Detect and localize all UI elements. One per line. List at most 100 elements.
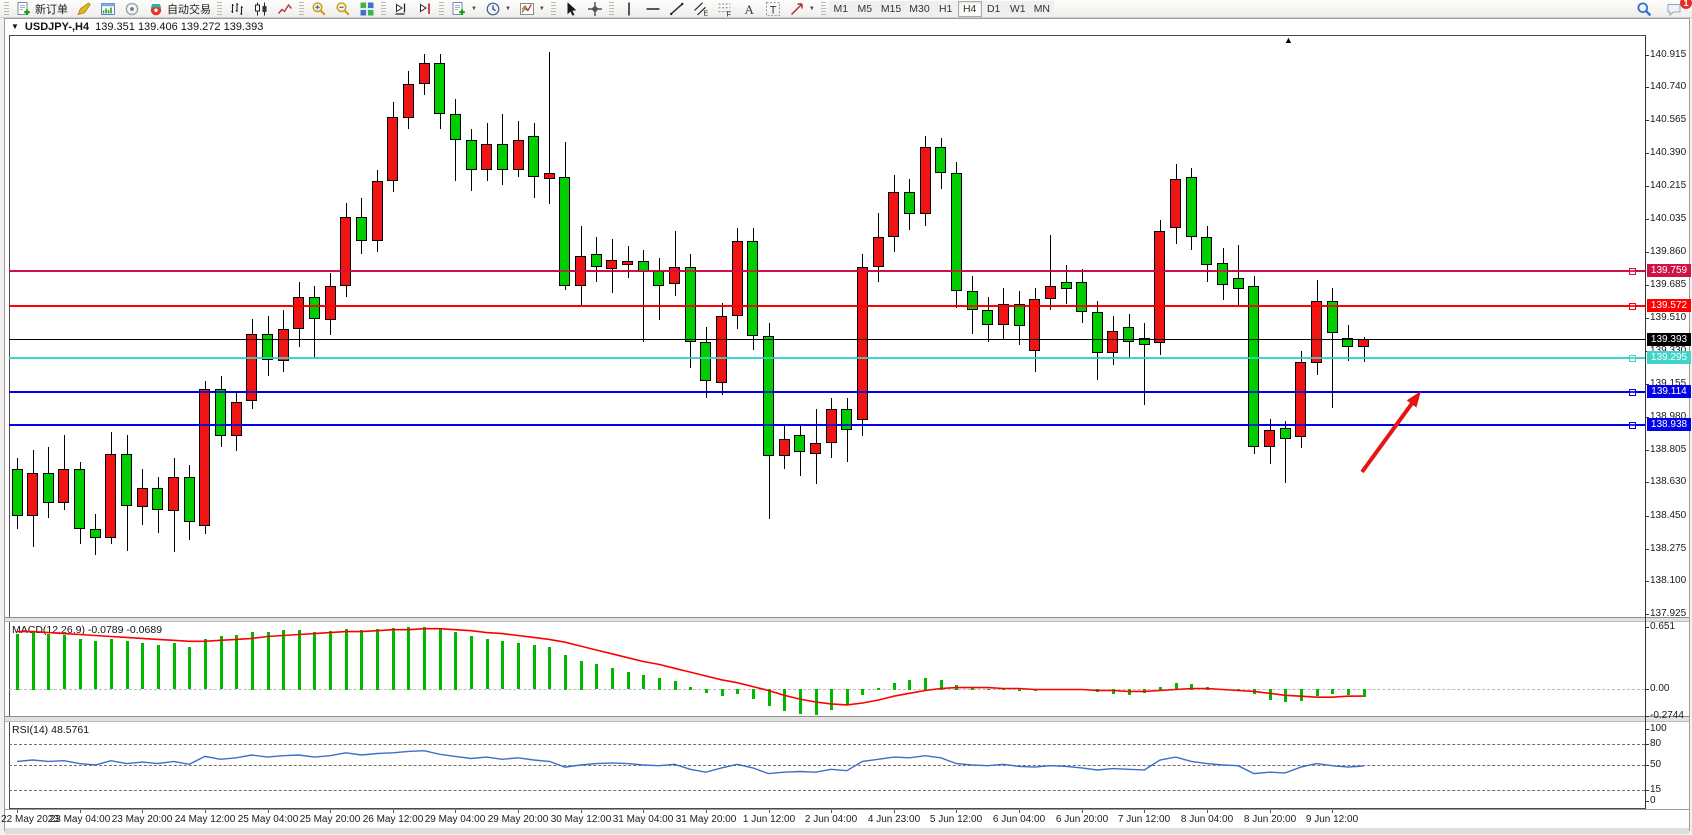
macd-histogram-bar — [1253, 689, 1256, 694]
panel-splitter-rsi[interactable] — [5, 716, 1689, 722]
macd-histogram-bar — [282, 630, 285, 690]
candle — [606, 260, 617, 269]
macd-axis-label: -0.2744 — [1650, 710, 1684, 721]
rsi-axis-tick — [1645, 744, 1649, 745]
macd-histogram-bar — [548, 647, 551, 689]
templates-button[interactable]: ▼ — [515, 0, 549, 17]
crosshair-button[interactable] — [583, 0, 607, 17]
line-chart-button[interactable] — [273, 0, 297, 17]
time-axis-tick — [330, 810, 331, 813]
macd-histogram-bar — [893, 683, 896, 690]
macd-histogram-bar — [1018, 689, 1021, 691]
candle — [1186, 177, 1197, 237]
zoom-out-button[interactable] — [331, 0, 355, 17]
auto-scroll-button[interactable] — [389, 0, 413, 17]
tf-m30[interactable]: M30 — [905, 1, 933, 17]
cursor-button[interactable] — [559, 0, 583, 17]
time-axis-tick — [393, 810, 394, 813]
tf-h4[interactable]: H4 — [958, 1, 982, 17]
toolbar-group-draw-objects: EFAT▼ — [607, 0, 819, 18]
macd-histogram-bar — [329, 631, 332, 690]
price-axis-tick — [1645, 516, 1649, 517]
candle — [826, 409, 837, 443]
periods-button[interactable]: ▼ — [481, 0, 515, 17]
macd-histogram-bar — [486, 639, 489, 689]
notifications-button[interactable]: 1 — [1662, 1, 1686, 18]
candle — [152, 488, 163, 510]
new-chart-button[interactable]: ▼ — [447, 0, 481, 17]
candle — [1107, 331, 1118, 353]
trendline-button[interactable] — [665, 0, 689, 17]
tf-mn[interactable]: MN — [1030, 1, 1054, 17]
bars-icon — [229, 1, 245, 17]
macd-histogram-bar — [1159, 687, 1162, 690]
time-axis-tick — [956, 810, 957, 813]
tf-m1-label: M1 — [834, 3, 849, 15]
new-order-button[interactable]: 新订单 — [12, 0, 72, 17]
search-button[interactable] — [1632, 1, 1656, 18]
candle — [1201, 237, 1212, 265]
tf-m1[interactable]: M1 — [829, 1, 853, 17]
price-chart-canvas[interactable] — [9, 35, 1645, 617]
panel-splitter-macd[interactable] — [5, 617, 1689, 622]
macd-histogram-bar — [924, 678, 927, 690]
macd-panel-canvas[interactable] — [9, 622, 1645, 716]
candle — [920, 147, 931, 214]
time-axis-tick — [894, 810, 895, 813]
support-resistance-line-overlay — [9, 305, 1645, 307]
time-axis-label: 1 Jun 12:00 — [743, 814, 795, 825]
zoom-in-button[interactable] — [307, 0, 331, 17]
candle — [90, 529, 101, 538]
candle — [1092, 312, 1103, 353]
line-icon — [277, 1, 293, 17]
price-axis-label: 137.925 — [1650, 608, 1686, 619]
signals-button[interactable] — [120, 0, 144, 17]
tf-m30-label: M30 — [909, 3, 929, 15]
toolbar-group-zoom — [297, 0, 379, 18]
support-resistance-line-overlay — [9, 357, 1645, 359]
candle — [27, 473, 38, 516]
tf-h1[interactable]: H1 — [934, 1, 958, 17]
chart-shift-button[interactable] — [413, 0, 437, 17]
channel-icon: E — [693, 1, 709, 17]
time-axis-tick — [17, 810, 18, 813]
time-axis-tick — [80, 810, 81, 813]
tile-windows-button[interactable] — [355, 0, 379, 17]
vertical-line-button[interactable] — [617, 0, 641, 17]
auto-trading-button[interactable]: 自动交易 — [144, 0, 215, 17]
macd-histogram-bar — [721, 689, 724, 696]
styler-button[interactable] — [72, 0, 96, 17]
candle — [450, 114, 461, 140]
macd-histogram-bar — [1237, 689, 1240, 691]
macd-zero-line — [9, 689, 1645, 690]
tf-m15[interactable]: M15 — [877, 1, 905, 17]
horizontal-line-button[interactable] — [641, 0, 665, 17]
candle — [967, 291, 978, 310]
tf-d1[interactable]: D1 — [982, 1, 1006, 17]
macd-histogram-bar — [173, 643, 176, 689]
time-axis-tick — [769, 810, 770, 813]
window-menu-icon[interactable]: ▼ — [11, 22, 19, 31]
candle — [1061, 282, 1072, 289]
tf-m5[interactable]: M5 — [853, 1, 877, 17]
chart-ohlc-quote: 139.351 139.406 139.272 139.393 — [95, 21, 263, 33]
fibonacci-button[interactable]: F — [713, 0, 737, 17]
time-axis-label: 31 May 04:00 — [613, 814, 674, 825]
candle-chart-button[interactable] — [249, 0, 273, 17]
open-chart-button[interactable] — [96, 0, 120, 17]
candle — [105, 454, 116, 538]
macd-histogram-bar — [752, 689, 755, 699]
candle — [466, 140, 477, 170]
macd-axis-label: 0.651 — [1650, 621, 1675, 632]
tf-w1[interactable]: W1 — [1006, 1, 1030, 17]
text-button[interactable]: A — [737, 0, 761, 17]
text-label-button[interactable]: T — [761, 0, 785, 17]
bar-chart-button[interactable] — [225, 0, 249, 17]
price-axis-label: 140.215 — [1650, 180, 1686, 191]
arrows-button[interactable]: ▼ — [785, 0, 819, 17]
equidistant-channel-button[interactable]: E — [689, 0, 713, 17]
macd-histogram-bar — [955, 685, 958, 690]
rsi-axis-label: 0 — [1650, 795, 1656, 806]
rsi-axis-label: 15 — [1650, 784, 1661, 795]
candle — [544, 173, 555, 179]
